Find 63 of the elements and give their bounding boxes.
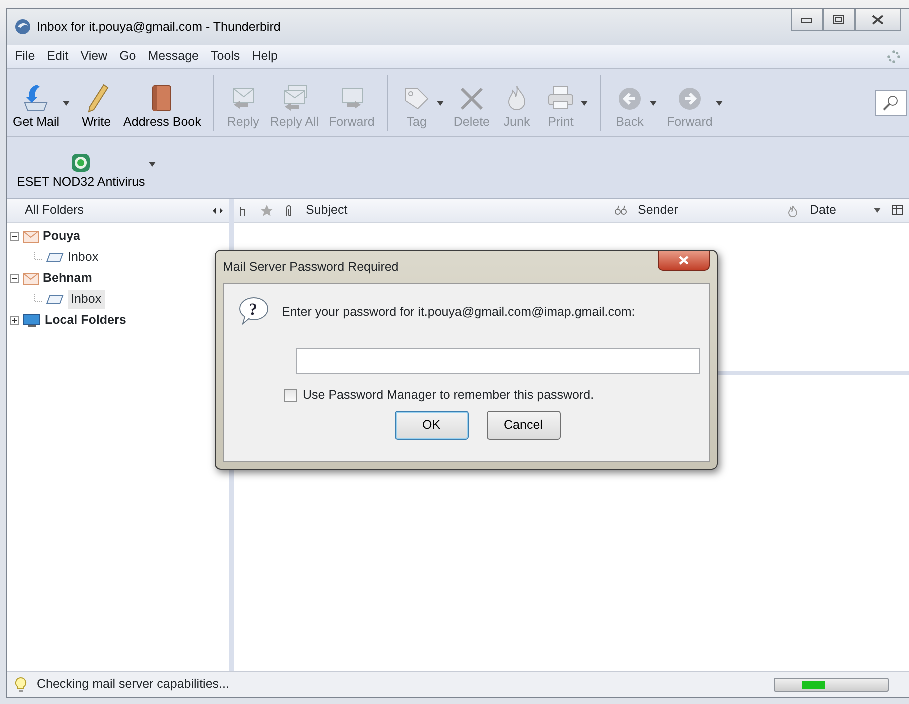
toolbar-button[interactable]: ESET NOD32 Antivirus — [13, 138, 150, 192]
status-text: Checking mail server capabilities... — [37, 676, 230, 694]
menu-item[interactable]: Go — [120, 47, 136, 66]
column-header[interactable]: Date — [804, 201, 874, 220]
folder-name[interactable]: Local Folders — [45, 311, 126, 330]
password-field[interactable] — [296, 348, 700, 374]
caret-icon — [149, 162, 156, 167]
folder-name[interactable]: Behnam — [43, 269, 92, 288]
search-icon — [882, 94, 900, 110]
menu-item[interactable]: Edit — [47, 47, 69, 66]
question-mark: ? — [249, 300, 258, 320]
folder-name[interactable]: Pouya — [43, 227, 81, 246]
maximize-icon — [833, 14, 845, 24]
checkbox[interactable] — [284, 388, 297, 402]
envelope-icon — [23, 272, 39, 284]
checkbox-label[interactable]: Use Password Manager to remember this password. — [303, 386, 594, 405]
star-icon[interactable] — [261, 204, 273, 216]
column-header[interactable]: Subject — [300, 201, 610, 220]
envelope-icon — [23, 230, 39, 242]
minimize-button[interactable] — [791, 9, 823, 31]
column-header[interactable]: Sender — [632, 201, 782, 220]
glasses-icon[interactable] — [615, 204, 627, 216]
minimize-icon — [801, 16, 813, 24]
close-icon — [872, 14, 884, 24]
throbber-icon — [887, 50, 901, 64]
menu-item[interactable]: Help — [252, 47, 278, 66]
left-right-arrows-icon — [213, 208, 223, 214]
caret-icon — [716, 100, 723, 106]
close-button[interactable] — [658, 251, 710, 271]
expander-icon[interactable] — [10, 316, 19, 325]
column-picker-icon[interactable] — [892, 204, 904, 216]
flame-icon[interactable] — [787, 204, 799, 216]
window-title: Inbox for it.pouya@gmail.com - Thunderbird — [37, 18, 281, 36]
maximize-button[interactable] — [823, 9, 855, 31]
expander-icon[interactable] — [10, 274, 19, 283]
menu-item[interactable]: Tools — [211, 47, 240, 66]
folder-name[interactable]: Inbox — [68, 248, 99, 267]
expander-icon[interactable] — [10, 232, 19, 241]
menu-item[interactable]: Message — [148, 47, 199, 66]
caret-icon — [581, 100, 588, 106]
toolbar-button[interactable]: Address Book — [120, 74, 206, 132]
search-field[interactable] — [875, 90, 907, 116]
app-logo-icon — [15, 19, 31, 35]
dialog-button[interactable]: OK — [394, 410, 468, 440]
caret-icon — [650, 100, 657, 106]
menu-item[interactable]: View — [80, 47, 108, 66]
dialog-button[interactable]: Cancel — [486, 410, 560, 440]
tree-connector-icon — [34, 252, 42, 264]
caret-icon — [436, 100, 444, 106]
folder-name[interactable]: Inbox — [68, 290, 105, 309]
close-icon — [679, 256, 689, 265]
computer-icon — [23, 314, 41, 328]
lightbulb-icon — [15, 676, 27, 692]
menu-item[interactable]: File — [15, 47, 36, 66]
speech-bubble-icon — [238, 296, 270, 328]
close-button[interactable] — [855, 9, 901, 31]
dialog-message: Enter your password for it.pouya@gmail.com@imap.gmail.com: — [282, 304, 636, 321]
remember-checkbox[interactable]: Use Password Manager to remember this password. — [284, 386, 697, 405]
toolbar-button[interactable]: Get Mail — [9, 74, 74, 132]
caret-icon — [62, 100, 70, 106]
dialog-title: Mail Server Password Required — [223, 258, 399, 276]
tree-connector-icon — [34, 294, 42, 306]
toolbar-button[interactable]: Write — [76, 74, 118, 132]
